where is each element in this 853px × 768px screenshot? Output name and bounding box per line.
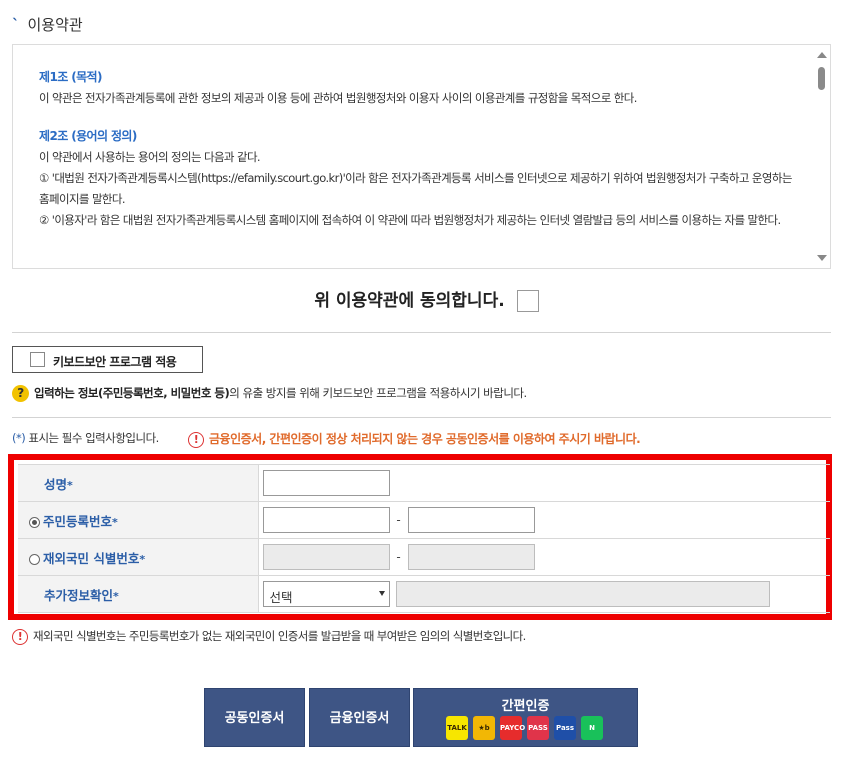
required-star: (*): [12, 431, 26, 445]
pass-icon: PASS: [527, 716, 549, 740]
agree-label: 위 이용약관에 동의합니다.: [314, 291, 505, 311]
scroll-down-icon[interactable]: [817, 255, 827, 261]
required-star-icon: *: [112, 515, 118, 529]
name-input[interactable]: [262, 470, 390, 496]
scroll-thumb[interactable]: [818, 67, 825, 90]
terms-scrollbar[interactable]: [813, 45, 830, 268]
section-title: ˋ 이용약관: [12, 14, 83, 35]
divider: [12, 417, 831, 418]
scroll-up-icon[interactable]: [817, 52, 827, 58]
dash: -: [396, 550, 401, 564]
naver-icon: N: [581, 716, 603, 740]
article-2-intro: 이 약관에서 사용하는 용어의 정의는 다음과 같다.: [39, 150, 261, 164]
foreign-number-front-input[interactable]: [262, 544, 390, 570]
extra-info-input[interactable]: [395, 581, 770, 607]
resident-number-front-input[interactable]: [262, 507, 390, 533]
terms-content: 제1조 (목적) 이 약관은 전자가족관계등록에 관한 정보의 제공과 이용 등…: [39, 67, 804, 231]
name-label: 성명: [44, 476, 68, 492]
resident-number-back-input[interactable]: [407, 507, 535, 533]
finance-cert-label: 금융인증서: [329, 711, 390, 726]
section-marker-icon: ˋ: [12, 16, 20, 34]
keyboard-security-button[interactable]: 키보드보안 프로그램 적용: [12, 346, 203, 373]
keyboard-security-label: 키보드보안 프로그램 적용: [53, 355, 177, 369]
terms-box[interactable]: 제1조 (목적) 이 약관은 전자가족관계등록에 관한 정보의 제공과 이용 등…: [12, 44, 831, 269]
agree-checkbox[interactable]: [516, 290, 539, 312]
easy-auth-button[interactable]: 간편인증 TALK ★b PAYCO PASS Pass N: [413, 688, 638, 747]
article-1-body: 이 약관은 전자가족관계등록에 관한 정보의 제공과 이용 등에 관하여 법원행…: [39, 91, 637, 105]
public-cert-button[interactable]: 공동인증서: [204, 688, 305, 747]
samsung-pass-icon: Pass: [554, 716, 576, 740]
foreign-id-note: ! 재외국민 식별번호는 주민등록번호가 없는 재외국민이 인증서를 발급받을 때…: [12, 628, 526, 645]
form-row-extra: 추가정보확인* 선택: [18, 575, 830, 613]
divider: [12, 332, 831, 333]
keyboard-help-bold: 입력하는 정보(주민등록번호, 비밀번호 등): [34, 386, 230, 400]
warning-icon: !: [188, 431, 204, 448]
kakao-talk-icon: TALK: [446, 716, 468, 740]
section-title-text: 이용약관: [27, 16, 83, 34]
agree-row: 위 이용약관에 동의합니다.: [0, 286, 853, 312]
required-star-icon: *: [139, 552, 146, 566]
extra-info-select-value: 선택: [269, 590, 293, 605]
keyboard-security-checkbox[interactable]: [30, 352, 45, 367]
extra-label: 추가정보확인: [44, 587, 114, 603]
public-cert-label: 공동인증서: [224, 711, 285, 726]
keyboard-help-text: 의 유출 방지를 위해 키보드보안 프로그램을 적용하시기 바랍니다.: [229, 386, 527, 400]
dash: -: [396, 513, 401, 527]
form-row-foreign: 재외국민 식별번호* -: [18, 538, 830, 576]
required-star-icon: *: [113, 589, 119, 603]
form-row-name: 성명*: [18, 464, 830, 502]
question-icon: ?: [12, 385, 29, 402]
kb-icon: ★b: [473, 716, 495, 740]
article-2-item-2: ② '이용자'라 함은 대법원 전자가족관계등록시스템 홈페이지에 접속하여 이…: [39, 213, 781, 227]
form-row-resident: 주민등록번호* -: [18, 501, 830, 539]
payco-icon: PAYCO: [500, 716, 525, 740]
cert-warning-text: 금융인증서, 간편인증이 정상 처리되지 않는 경우 공동인증서를 이용하여 주…: [209, 432, 641, 446]
identity-form: 성명* 주민등록번호* - 재외국민 식별번호* - 추가정보확인* 선택: [18, 464, 830, 613]
resident-label: 주민등록번호: [43, 513, 113, 529]
finance-cert-button[interactable]: 금융인증서: [309, 688, 410, 747]
required-notice: (*) 표시는 필수 입력사항입니다.: [12, 430, 159, 446]
warning-icon: !: [12, 628, 28, 645]
resident-radio[interactable]: [29, 516, 40, 528]
extra-info-select[interactable]: 선택: [262, 581, 390, 607]
keyboard-help: ? 입력하는 정보(주민등록번호, 비밀번호 등)의 유출 방지를 위해 키보드보…: [12, 385, 527, 402]
foreign-number-back-input[interactable]: [407, 544, 535, 570]
article-2-title: 제2조 (용어의 정의): [39, 129, 137, 143]
required-star-icon: *: [67, 478, 73, 492]
chevron-down-icon: [378, 591, 385, 596]
foreign-id-note-text: 재외국민 식별번호는 주민등록번호가 없는 재외국민이 인증서를 발급받을 때 …: [33, 629, 526, 643]
foreign-label: 재외국민 식별번호: [43, 550, 140, 566]
easy-auth-label: 간편인증: [501, 699, 550, 714]
cert-warning: ! 금융인증서, 간편인증이 정상 처리되지 않는 경우 공동인증서를 이용하여 …: [188, 430, 641, 448]
article-2-item-1: ① '대법원 전자가족관계등록시스템(https://efamily.scour…: [39, 171, 792, 206]
required-text: 표시는 필수 입력사항입니다.: [25, 431, 159, 445]
article-1-title: 제1조 (목적): [39, 70, 102, 84]
foreign-radio[interactable]: [29, 553, 40, 565]
